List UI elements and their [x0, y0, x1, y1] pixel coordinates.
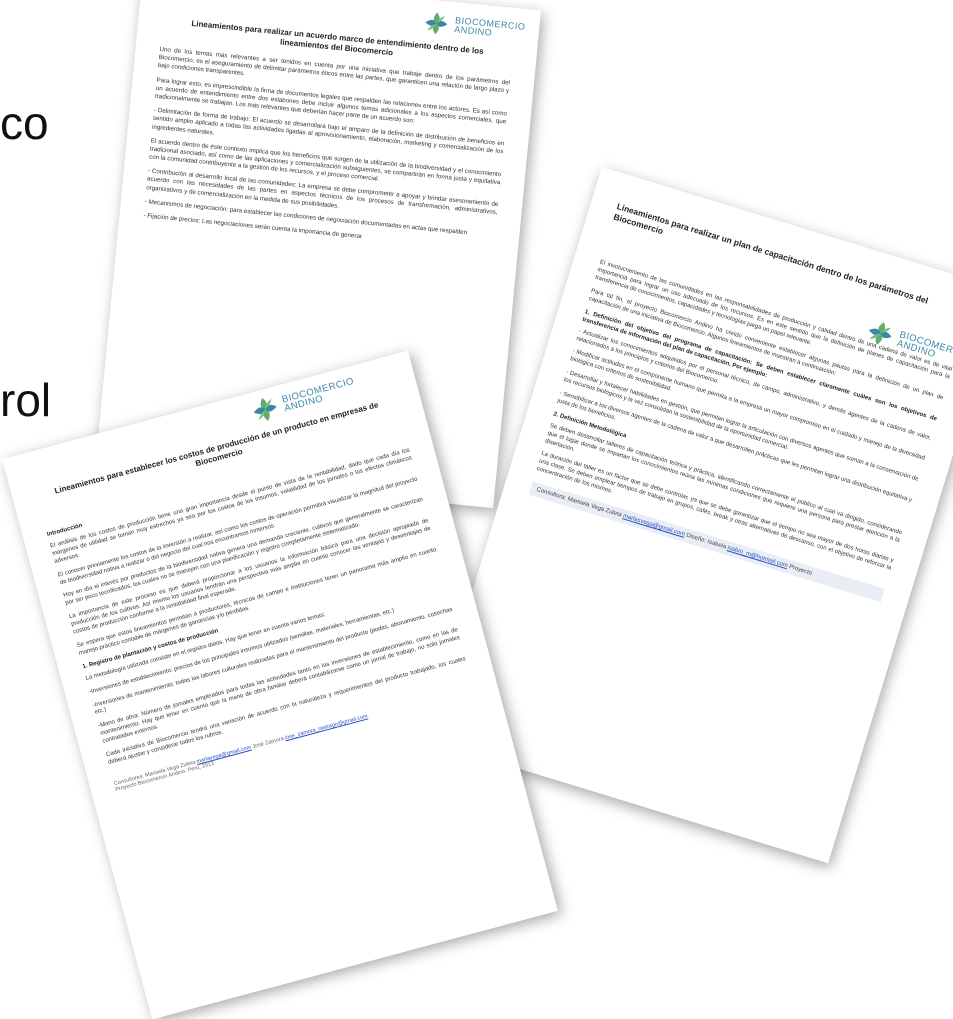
- biocomercio-leaf-icon: [425, 12, 448, 35]
- footer-email-link[interactable]: isabm_m@hotmail.com: [726, 545, 788, 569]
- footer-text: Proyecto: [788, 564, 813, 577]
- biocomercio-leaf-icon: [253, 398, 277, 421]
- edge-text-fragment-2: rol: [0, 374, 52, 426]
- biocomercio-logo: BIOCOMERCIO ANDINO: [423, 9, 527, 45]
- footer-text: Diseño: Isabela: [685, 532, 727, 551]
- edge-text-fragment-1: co: [0, 97, 49, 149]
